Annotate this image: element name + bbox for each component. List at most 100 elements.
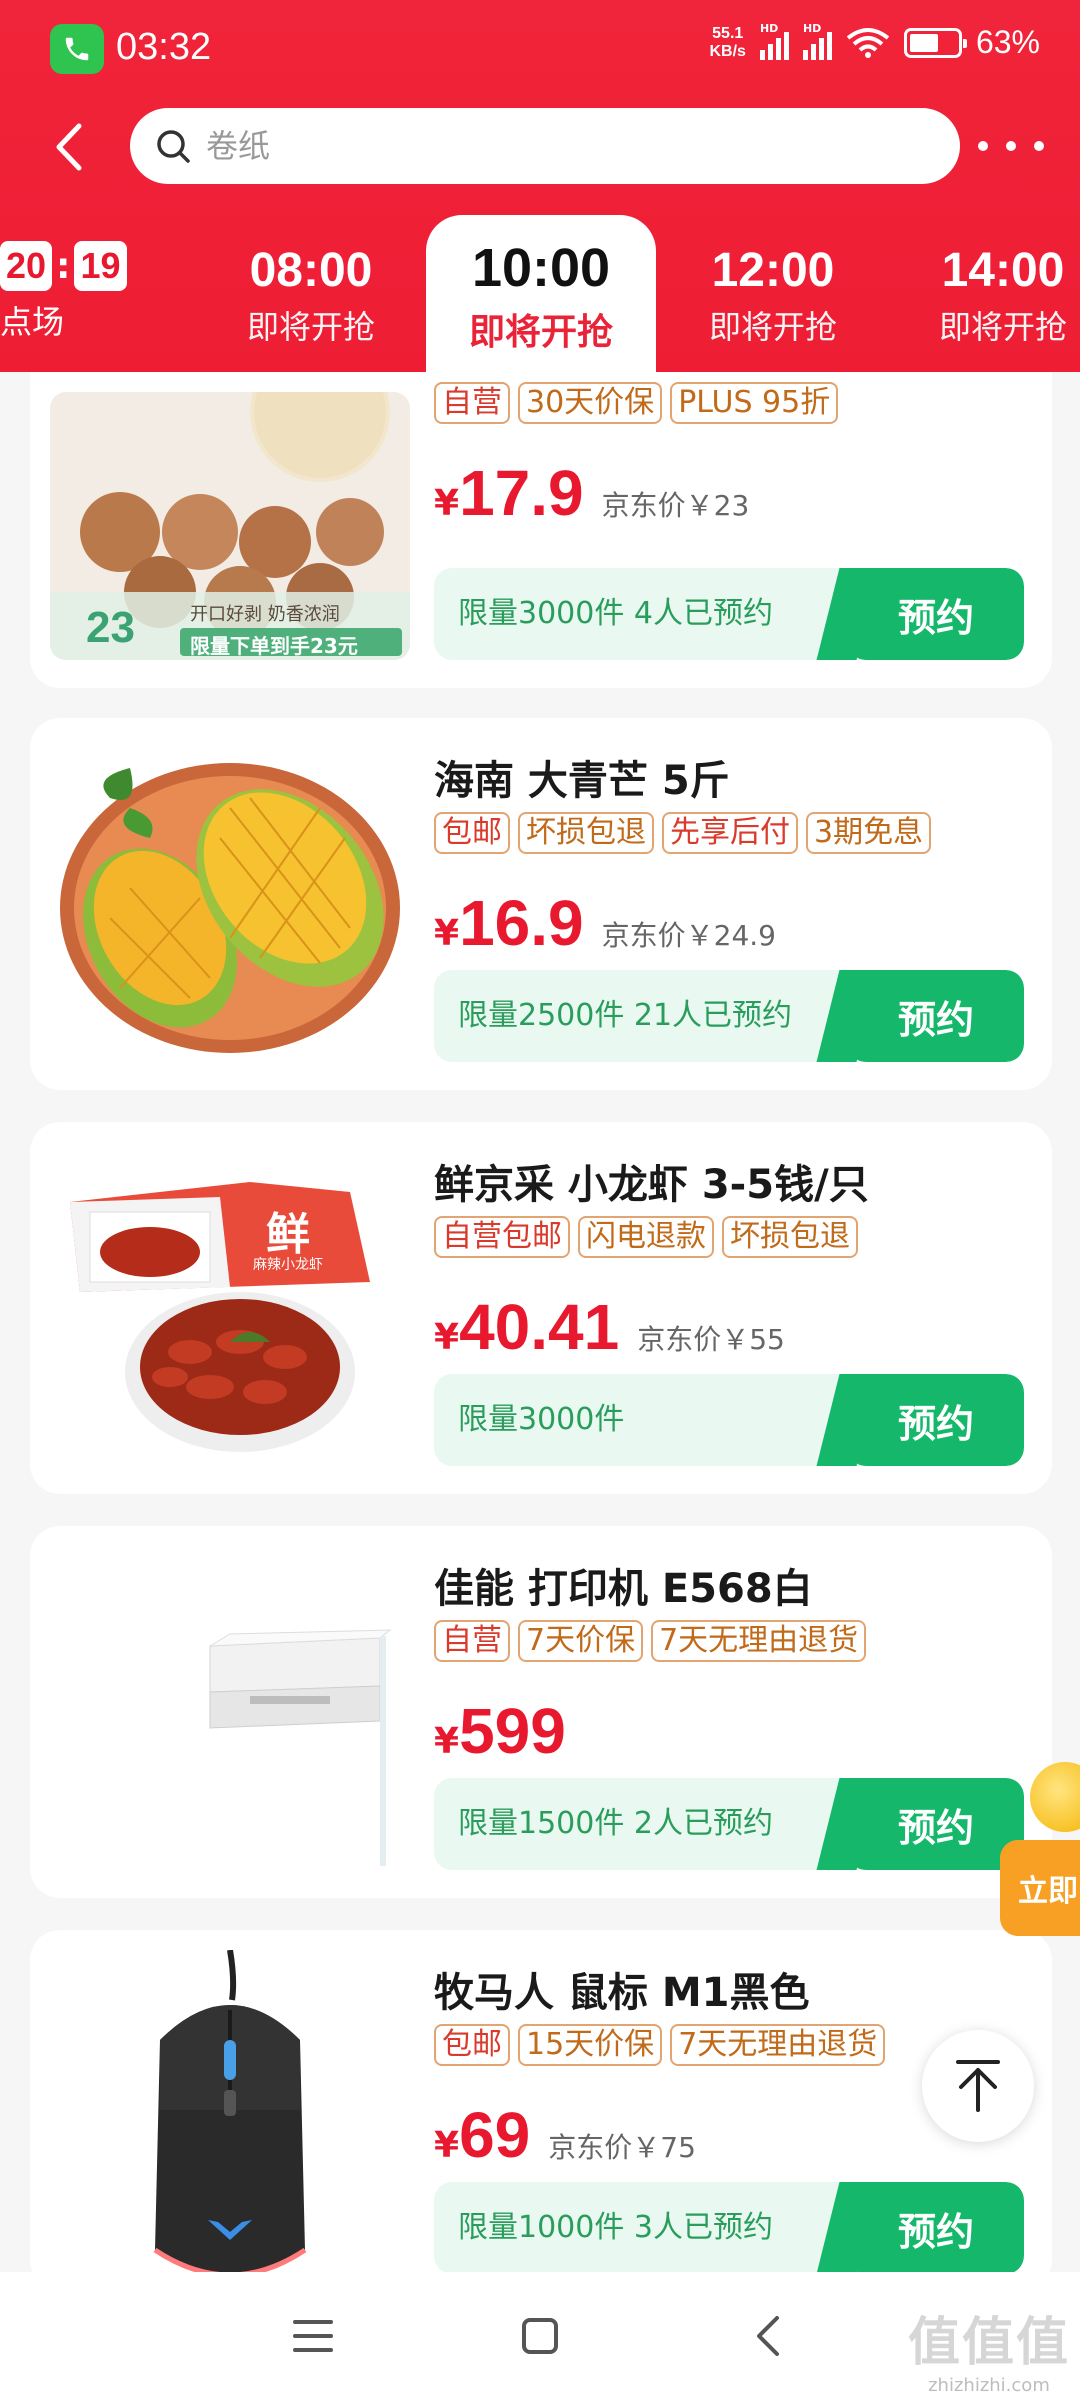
current-session-label: 点场 bbox=[0, 303, 65, 341]
tab-current-session[interactable]: 20:19 点场 bbox=[0, 241, 127, 343]
price-row: ¥ 16.9 京东价￥24.9 bbox=[434, 887, 776, 959]
nav-back-button[interactable] bbox=[727, 2296, 807, 2376]
network-speed: 55.1 KB/s bbox=[709, 24, 746, 60]
jd-price: 京东价￥55 bbox=[637, 1323, 785, 1356]
tag: 自营 bbox=[434, 1620, 510, 1662]
countdown: 20:19 bbox=[0, 241, 127, 291]
product-title: 牧马人 鼠标 M1黑色 bbox=[434, 1970, 810, 2016]
tag: 坏损包退 bbox=[518, 812, 654, 854]
image-caption-2: 限量下单到手23元 bbox=[190, 634, 358, 658]
search-icon bbox=[157, 130, 190, 163]
product-card-mouse[interactable]: 牧马人 鼠标 M1黑色 包邮 15天价保 7天无理由退货 ¥ 69 京东价￥75… bbox=[30, 1930, 1052, 2272]
tab-1200[interactable]: 12:00 即将开抢 bbox=[658, 215, 888, 365]
price: 69 bbox=[459, 2099, 531, 2171]
price: 599 bbox=[459, 1695, 566, 1767]
chevron-left-icon bbox=[56, 123, 82, 171]
status-indicators: 55.1 KB/s HD HD 63% bbox=[709, 22, 1041, 61]
search-bar[interactable] bbox=[130, 108, 960, 184]
product-image[interactable] bbox=[50, 1546, 410, 1866]
tag: 包邮 bbox=[434, 2024, 510, 2066]
product-image[interactable] bbox=[50, 738, 410, 1058]
product-card-crayfish[interactable]: 鲜 麻辣小龙虾 鲜京采 小龙虾 3-5钱/只 自营包邮 闪电退款 坏损包退 ¥ … bbox=[30, 1122, 1052, 1494]
product-title: 佳能 打印机 E568白 bbox=[434, 1566, 813, 1612]
watermark: 值值值 zhizhizhi.com bbox=[907, 2313, 1070, 2396]
tab-1000[interactable]: 10:00 即将开抢 bbox=[426, 215, 656, 375]
jd-price: 京东价￥23 bbox=[601, 489, 750, 522]
reserve-button[interactable]: 预约 bbox=[848, 568, 1024, 660]
product-info: 海南 大青芒 5斤 包邮 坏损包退 先享后付 3期免息 ¥ 16.9 京东价￥2… bbox=[434, 748, 1034, 959]
product-image[interactable] bbox=[50, 1950, 410, 2272]
reserve-row: 限量3000件 预约 bbox=[434, 1374, 1024, 1466]
price-row: ¥ 40.41 京东价￥55 bbox=[434, 1291, 785, 1363]
arrow-up-icon bbox=[956, 2060, 1000, 2112]
product-info: 自营 30天价保 PLUS 95折 ¥ 17.9 京东价￥23 bbox=[434, 372, 1034, 529]
tag: 7天无理由退货 bbox=[651, 1620, 867, 1662]
home-button[interactable] bbox=[500, 2296, 580, 2376]
tab-0800[interactable]: 08:00 即将开抢 bbox=[196, 215, 426, 365]
reserve-button[interactable]: 预约 bbox=[848, 1374, 1024, 1466]
reserve-row: 限量1000件 3人已预约 预约 bbox=[434, 2182, 1024, 2272]
quota-text: 限量1500件 2人已预约 bbox=[458, 1806, 773, 1841]
price-row: ¥ 599 bbox=[434, 1695, 566, 1767]
image-caption: 鲜 bbox=[266, 1209, 310, 1260]
image-caption: 开口好剥 奶香浓润 bbox=[190, 604, 340, 625]
tab-1400[interactable]: 14:00 即将开抢 bbox=[888, 215, 1080, 365]
product-tags: 自营 30天价保 PLUS 95折 bbox=[434, 382, 1034, 428]
product-tags: 自营 7天价保 7天无理由退货 bbox=[434, 1620, 1034, 1666]
jd-price: 京东价￥24.9 bbox=[601, 919, 776, 952]
reserve-button[interactable]: 预约 bbox=[848, 2182, 1024, 2272]
more-options-button[interactable] bbox=[978, 116, 1044, 176]
tag: 30天价保 bbox=[518, 382, 663, 424]
product-card-macadamia[interactable]: 23 开口好剥 奶香浓润 限量下单到手23元 自营 30天价保 PLUS 95折… bbox=[30, 372, 1052, 688]
tag: 7天无理由退货 bbox=[670, 2024, 886, 2066]
signal-icon-2: HD bbox=[802, 22, 832, 60]
phone-call-icon[interactable] bbox=[50, 24, 104, 74]
recent-apps-button[interactable] bbox=[273, 2296, 353, 2376]
product-image[interactable]: 鲜 麻辣小龙虾 bbox=[50, 1142, 410, 1462]
tag: 3期免息 bbox=[806, 812, 932, 854]
product-card-mango[interactable]: 海南 大青芒 5斤 包邮 坏损包退 先享后付 3期免息 ¥ 16.9 京东价￥2… bbox=[30, 718, 1052, 1090]
tag: 15天价保 bbox=[518, 2024, 663, 2066]
product-image[interactable]: 23 开口好剥 奶香浓润 限量下单到手23元 bbox=[50, 392, 410, 660]
jd-price: 京东价￥75 bbox=[548, 2131, 696, 2164]
product-info: 佳能 打印机 E568白 自营 7天价保 7天无理由退货 ¥ 599 bbox=[434, 1556, 1034, 1767]
svg-text:23: 23 bbox=[86, 603, 135, 652]
reserve-row: 限量2500件 21人已预约 预约 bbox=[434, 970, 1024, 1062]
back-button[interactable] bbox=[40, 112, 96, 182]
quota-text: 限量3000件 bbox=[458, 1402, 625, 1437]
status-time: 03:32 bbox=[116, 26, 212, 68]
signal-icon: HD bbox=[759, 22, 789, 60]
reserve-button[interactable]: 预约 bbox=[848, 970, 1024, 1062]
status-bar: 03:32 55.1 KB/s HD HD 63% bbox=[0, 0, 1080, 100]
promo-float-button[interactable]: 立即 bbox=[1000, 1840, 1080, 1936]
tag: 包邮 bbox=[434, 812, 510, 854]
back-arrow-icon bbox=[756, 2316, 779, 2356]
more-dot-icon bbox=[978, 141, 988, 151]
price-row: ¥ 17.9 京东价￥23 bbox=[434, 457, 750, 529]
tag: PLUS 95折 bbox=[670, 382, 839, 424]
scroll-to-top-button[interactable] bbox=[922, 2030, 1034, 2142]
price: 40.41 bbox=[459, 1291, 620, 1363]
home-square-icon bbox=[521, 2318, 558, 2354]
tag: 坏损包退 bbox=[722, 1216, 858, 1258]
price: 16.9 bbox=[459, 887, 584, 959]
battery-icon bbox=[903, 27, 967, 58]
tag: 先享后付 bbox=[662, 812, 798, 854]
search-input[interactable] bbox=[206, 127, 906, 165]
tag: 7天价保 bbox=[518, 1620, 644, 1662]
reserve-row: 限量3000件 4人已预约 预约 bbox=[434, 568, 1024, 660]
menu-icon bbox=[293, 2320, 334, 2352]
product-list[interactable]: 23 开口好剥 奶香浓润 限量下单到手23元 自营 30天价保 PLUS 95折… bbox=[0, 372, 1080, 2272]
reserve-button[interactable]: 预约 bbox=[848, 1778, 1024, 1870]
header: 03:32 55.1 KB/s HD HD 63% 卷纸 20: 19 点场 … bbox=[0, 0, 1080, 375]
price: 17.9 bbox=[459, 457, 584, 529]
quota-text: 限量2500件 21人已预约 bbox=[458, 998, 793, 1033]
product-card-printer[interactable]: 佳能 打印机 E568白 自营 7天价保 7天无理由退货 ¥ 599 限量150… bbox=[30, 1526, 1052, 1898]
image-caption-2: 麻辣小龙虾 bbox=[253, 1257, 323, 1273]
quota-text: 限量1000件 3人已预约 bbox=[458, 2210, 773, 2245]
reserve-row: 限量1500件 2人已预约 预约 bbox=[434, 1778, 1024, 1870]
tag: 自营 bbox=[434, 382, 510, 424]
product-tags: 包邮 坏损包退 先享后付 3期免息 bbox=[434, 812, 1034, 858]
product-title: 鲜京采 小龙虾 3-5钱/只 bbox=[434, 1162, 869, 1208]
product-info: 鲜京采 小龙虾 3-5钱/只 自营包邮 闪电退款 坏损包退 ¥ 40.41 京东… bbox=[434, 1152, 1034, 1363]
